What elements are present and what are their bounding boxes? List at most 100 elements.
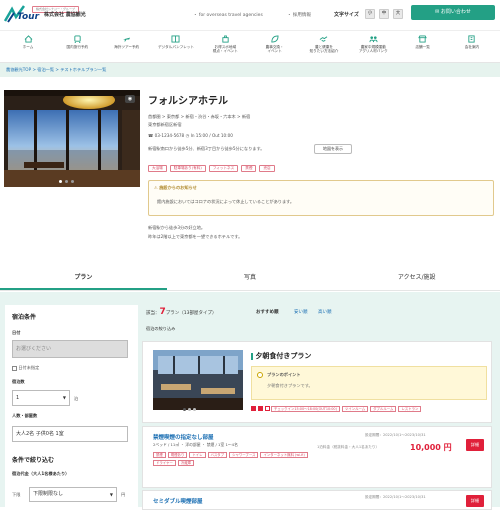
date-input[interactable]: お選びください xyxy=(12,340,128,358)
undecided-checkbox-row[interactable]: 日付未指定 xyxy=(12,365,39,371)
contact-label: お問い合わせ xyxy=(440,9,471,15)
people-icon xyxy=(369,36,378,43)
hotel-description-2: 昨年は2階以上で東京都を一望できるホテルです。 xyxy=(148,234,243,239)
show-map-button[interactable]: 地図を表示 xyxy=(314,144,352,154)
sort-expensive[interactable]: 高い順 xyxy=(318,309,332,315)
tab-access[interactable]: アクセス/施設 xyxy=(333,266,500,290)
plan-card[interactable]: 夕朝食付きプラン プランのポイント 夕朝食付きプランです。 チェックイン15:0… xyxy=(142,341,492,423)
hotel-name: フォルシアホテル xyxy=(148,96,228,107)
plan-list: 該当：7プラン（13部屋タイプ） おすすめ順 安い順 高い順 宿泊の絞り込み 夕… xyxy=(142,300,496,510)
nav-item-home[interactable]: ホーム xyxy=(8,31,48,62)
room-price: 10,000 円 xyxy=(410,443,452,452)
filter-label[interactable]: 宿泊の絞り込み xyxy=(146,326,175,332)
room-price-label: 1泊料金（税抜料金・大人1名あたり） xyxy=(317,445,380,449)
hotel-tag: 禁煙 xyxy=(241,165,257,172)
sort-cheap[interactable]: 安い順 xyxy=(294,309,308,315)
room-card[interactable]: 禁煙喫煙の指定なし部屋 2ベッド / 11㎡ ・ 洋の部屋 ・ 禁煙 / 1室 … xyxy=(142,426,492,488)
tab-plans[interactable]: プラン xyxy=(0,266,167,290)
room-spec: 2ベッド / 11㎡ ・ 洋の部屋 ・ 禁煙 / 1室 1〜4名 xyxy=(153,442,238,447)
camera-icon[interactable]: ◉ xyxy=(125,95,135,103)
company-logo[interactable]: Tour 株式会社シナジー・グループ 株式会社 農協観光 xyxy=(4,3,86,25)
pagination-dot[interactable] xyxy=(193,408,196,411)
tab-photos[interactable]: 写真 xyxy=(167,266,334,290)
room-period: 設定期間：2022/10/1～2023/10/31 xyxy=(365,433,426,437)
nights-select[interactable]: 1 ▼ xyxy=(12,390,70,406)
hotel-tag: フィットネス xyxy=(208,165,239,172)
guests-label: 人数・部屋数 xyxy=(12,413,38,418)
plan-tag: ダブルルーム xyxy=(370,406,397,412)
plan-point-title: プランのポイント xyxy=(267,372,301,377)
price-min-select[interactable]: 下限制限なし ▼ xyxy=(29,487,117,502)
meal-icon xyxy=(258,406,263,411)
hotel-tag: 大浴場 xyxy=(148,165,167,172)
train-icon xyxy=(74,35,81,43)
room-name[interactable]: セミダブル喫煙部屋 xyxy=(153,497,203,505)
search-conditions-panel: 宿泊条件 日付 お選びください 日付未指定 宿泊数 1 ▼ 泊 人数・部屋数 大… xyxy=(5,305,138,515)
price-unit: 円 xyxy=(121,492,126,497)
book-icon xyxy=(171,35,180,43)
pagination-dot[interactable] xyxy=(59,180,62,183)
price-label: 宿泊代金（大人1名様あたり） xyxy=(12,471,70,476)
nav-item-agri-event[interactable]: 農事交換・ イベント xyxy=(255,31,295,62)
contact-button[interactable]: ✉ お問い合わせ xyxy=(411,5,495,20)
hotel-access: 新宿駅南口から徒歩5分、新宿3丁目から徒歩5分になります。 xyxy=(148,146,265,151)
pagination-dot[interactable] xyxy=(71,180,74,183)
font-size-medium-button[interactable]: 中 xyxy=(379,9,389,19)
nav-item-shops[interactable]: 店舗一覧 xyxy=(403,31,443,62)
plan-point-body: 夕朝食付きプランです。 xyxy=(267,383,313,388)
nav-item-local[interactable]: お得スポ地域 視点・イベント xyxy=(205,31,245,62)
room-name[interactable]: 禁煙喫煙の指定なし部屋 xyxy=(153,433,214,441)
nights-label: 宿泊数 xyxy=(12,379,25,384)
room-period: 設定期間：2022/10/1～2023/10/31 xyxy=(365,495,426,499)
result-count: 該当：7プラン（13部屋タイプ） xyxy=(146,307,217,317)
nav-item-overseas[interactable]: 海外ツアー予約 xyxy=(107,31,147,62)
plan-tag: チェックイン15:00～18:00(OUT10:00) xyxy=(271,406,340,412)
guests-input[interactable]: 大人2名 子供0名 1室 xyxy=(12,426,128,442)
plan-photo-pagination xyxy=(183,408,196,411)
overseas-agencies-link[interactable]: ・ for overseas travel agencies xyxy=(193,12,263,18)
shop-icon xyxy=(418,35,427,43)
notice-title: ⚠ 施設からのお知らせ xyxy=(154,185,197,190)
nav-item-health[interactable]: 農と健康を 知りたい方法紹介 xyxy=(304,31,344,62)
nav-item-agri-bank[interactable]: 農家中規模運動 アグリ人材バンク xyxy=(353,31,393,62)
nav-item-domestic[interactable]: 国内旅行予約 xyxy=(57,31,97,62)
hotel-tag: 売店 xyxy=(259,165,275,172)
plan-feature-icons xyxy=(251,406,270,411)
meal-icon xyxy=(251,406,256,411)
room-card[interactable]: セミダブル喫煙部屋 設定期間：2022/10/1～2023/10/31 詳細 xyxy=(142,490,492,510)
font-size-large-button[interactable]: 大 xyxy=(393,9,403,19)
main-navigation: ホーム 国内旅行予約 海外ツアー予約 デジタルパンフレット お得スポ地域 視点・イ… xyxy=(0,30,500,63)
building-icon xyxy=(468,35,476,43)
sort-recommended[interactable]: おすすめ順 xyxy=(256,309,279,315)
plan-tag: ツインルーム xyxy=(341,406,369,412)
hotel-photo[interactable]: ◉ xyxy=(4,90,140,187)
room-detail-button[interactable]: 詳細 xyxy=(466,439,484,451)
chevron-down-icon: ▼ xyxy=(62,395,66,400)
nav-item-company[interactable]: 会社案内 xyxy=(452,31,492,62)
date-label: 日付 xyxy=(12,330,21,335)
breadcrumb[interactable]: 農協観光TOP > 宿泊一覧 > テストホテルプラン一覧 xyxy=(0,63,500,77)
nights-unit: 泊 xyxy=(74,396,79,401)
plan-tag: レストラン xyxy=(398,406,422,412)
font-size-small-button[interactable]: 小 xyxy=(365,9,375,19)
narrow-title: 条件で絞り込む xyxy=(12,457,55,464)
room-detail-button[interactable]: 詳細 xyxy=(466,495,484,507)
hotel-tags: 大浴場 駐車場あり(有料) フィットネス 禁煙 売店 xyxy=(148,164,278,172)
hotel-area: 首都圏 > 東京都 > 新宿・渋谷・赤坂・六本木 > 新宿 xyxy=(148,114,251,119)
pagination-dot[interactable] xyxy=(65,180,68,183)
pagination-dot[interactable] xyxy=(188,408,191,411)
recruit-link[interactable]: ・ 採用情報 xyxy=(287,12,311,18)
hotel-contact-row: ☎ 03-1234-5678 ◷ In 15:00 / Out 10:00 xyxy=(148,133,233,138)
undecided-checkbox[interactable] xyxy=(12,365,17,371)
nav-item-pamphlet[interactable]: デジタルパンフレット xyxy=(156,31,196,62)
home-icon xyxy=(24,35,32,43)
hotel-description-1: 新宿駅から徒歩3分の好立地。 xyxy=(148,225,206,230)
hotel-address: 東京都新宿区新宿 xyxy=(148,122,182,127)
hotel-tel: 03-1234-5678 xyxy=(154,133,185,138)
font-size-label: 文字サイズ xyxy=(334,12,359,18)
price-min-label: 下限 xyxy=(12,492,21,497)
facility-notice: ⚠ 施設からのお知らせ 館内施設においてはコロナの状況によって休止していることが… xyxy=(148,180,494,216)
room-tags: 禁煙 喫煙あり トイレ バスタブ シャワーブース インターネット無料 (wi-fi)ドライ… xyxy=(153,451,313,467)
hotel-checkin: In 15:00 / Out 10:00 xyxy=(190,133,233,138)
pagination-dot[interactable] xyxy=(183,408,186,411)
